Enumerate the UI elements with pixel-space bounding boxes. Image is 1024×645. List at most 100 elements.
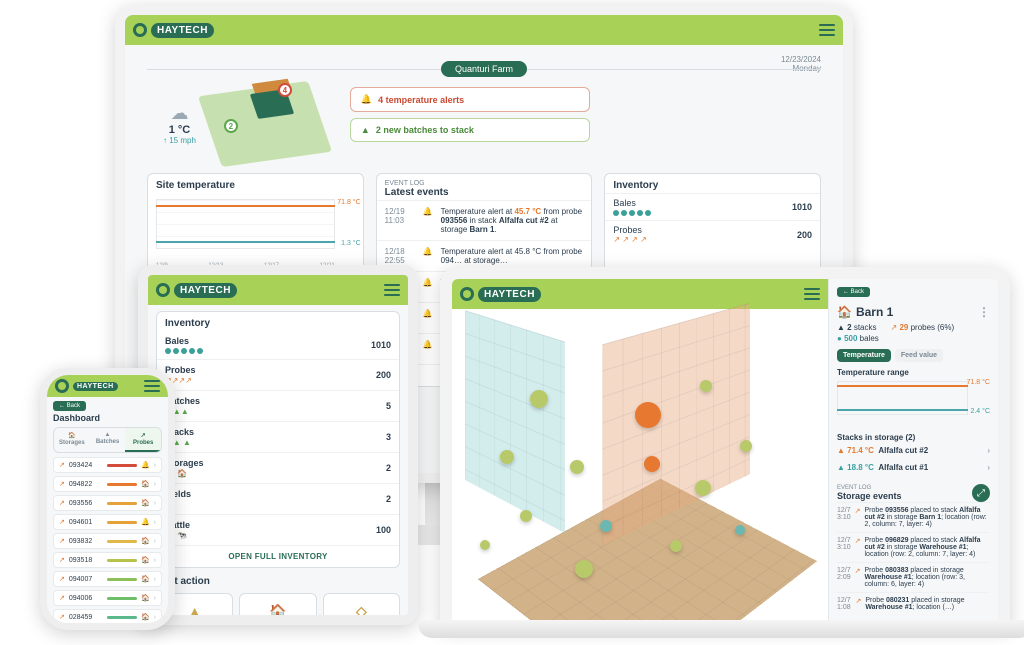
inv-probes-value: 200 <box>797 230 812 240</box>
inv-row-cattle[interactable]: Cattle🐄 🐄100 <box>157 514 399 545</box>
bell-icon: 🔔 <box>423 309 433 327</box>
brand-name: HAYTECH <box>174 283 237 298</box>
probe-item[interactable]: ↗094006🏠› <box>53 590 162 606</box>
site-temp-chart: 71.8 °C 1.3 °C 12/912/1312/1712/21 <box>148 193 363 273</box>
bell-icon: 🔔 <box>361 94 372 105</box>
storage-3d-view[interactable]: HAYTECH <box>452 279 828 627</box>
inv-row-fields[interactable]: Fields◇2 <box>157 483 399 514</box>
barn-icon: 🏠 <box>837 305 852 319</box>
brand-name: HAYTECH <box>478 287 541 302</box>
probe-icon: ↗ <box>59 499 65 507</box>
next-action-title: Next action <box>156 576 400 587</box>
probe-item[interactable]: ↗094601🔔› <box>53 514 162 530</box>
stacks-title: Stacks in storage (2) <box>837 433 990 442</box>
probe-icon: ↗ <box>855 597 861 611</box>
menu-icon[interactable] <box>804 288 820 300</box>
probe-item[interactable]: ↗093832🏠› <box>53 533 162 549</box>
event-row[interactable]: 12/1911:03🔔Temperature alert at 45.7 °C … <box>377 200 592 240</box>
temp-range-title: Temperature range <box>837 368 990 377</box>
storage-event-row[interactable]: 12/72:09↗Probe 080383 placed in storage … <box>837 562 990 592</box>
inv-row-batches[interactable]: Batches▲▲▲5 <box>157 390 399 421</box>
site-temp-title: Site temperature <box>148 174 363 193</box>
menu-icon[interactable] <box>384 284 400 296</box>
storage-event-row[interactable]: 12/73:10↗Probe 096829 placed to stack Al… <box>837 532 990 562</box>
status-icon: 🏠 <box>141 575 150 583</box>
inventory-title: Inventory <box>157 312 399 331</box>
bell-icon: 🔔 <box>423 207 433 234</box>
probe-icon: ↗ <box>855 507 861 528</box>
chevron-right-icon: › <box>154 500 156 507</box>
brand-name: HAYTECH <box>73 382 118 391</box>
stack-item[interactable]: ▲ 18.8 °C Alfalfa cut #1› <box>837 459 990 476</box>
cloud-icon: ☁ <box>163 103 196 124</box>
farm-name-chip[interactable]: Quanturi Farm <box>441 61 527 77</box>
map-badge-batches[interactable]: 2 <box>224 119 238 133</box>
chart-high-label: 71.8 °C <box>337 199 360 206</box>
alert-batches[interactable]: ▲ 2 new batches to stack <box>350 118 590 142</box>
action-new-storage[interactable]: 🏠New storage <box>239 593 316 615</box>
logo-mark-icon <box>55 379 69 393</box>
chevron-right-icon: › <box>154 481 156 488</box>
bell-icon: 🔔 <box>423 278 433 296</box>
probe-item[interactable]: ↗093424🔔› <box>53 457 162 473</box>
status-icon: 🏠 <box>141 594 150 602</box>
tab-probes[interactable]: ↗Probes <box>125 428 161 452</box>
stat-probes: ↗ 29 probes (6%) <box>891 323 955 332</box>
chart-low-label: 1.3 °C <box>341 240 361 247</box>
action-icon: 🏠 <box>269 604 287 615</box>
temp-range-chart: 71.8 °C 2.4 °C <box>837 379 990 427</box>
inv-row-bales[interactable]: Bales1010 <box>157 331 399 359</box>
tab-batches[interactable]: ▲Batches <box>90 428 126 452</box>
chevron-right-icon: › <box>154 538 156 545</box>
map-badge-alerts[interactable]: 4 <box>278 83 292 97</box>
more-icon[interactable]: ⋮ <box>978 305 990 319</box>
bell-icon: 🔔 <box>423 247 433 265</box>
alert-batches-text: 2 new batches to stack <box>376 125 474 135</box>
stack-item[interactable]: ▲ 71.4 °C Alfalfa cut #2› <box>837 442 990 459</box>
probe-item[interactable]: ↗094822🏠› <box>53 476 162 492</box>
action-new-field[interactable]: ◇New field <box>323 593 400 615</box>
tab-storages[interactable]: 🏠Storages <box>54 428 90 452</box>
probe-icon: ↗ <box>59 518 65 526</box>
storage-event-row[interactable]: 12/71:08↗Probe 080231 placed in storage … <box>837 592 990 615</box>
probe-icon: ↗ <box>59 575 65 583</box>
stat-stacks: ▲ 2 stacks <box>837 323 877 332</box>
inv-row-probes[interactable]: Probes↗↗↗↗200 <box>157 359 399 390</box>
action-icon: ▲ <box>186 604 204 615</box>
tab-feed-value[interactable]: Feed value <box>895 349 943 362</box>
probe-item[interactable]: ↗094007🏠› <box>53 571 162 587</box>
card-inventory: Inventory Bales1010Probes↗↗↗↗200Batches▲… <box>156 311 400 568</box>
back-button[interactable]: ← Back <box>837 287 870 297</box>
dashboard-tabs: 🏠Storages▲Batches↗Probes <box>53 427 162 453</box>
app-bar: HAYTECH <box>148 275 408 305</box>
chevron-right-icon: › <box>154 576 156 583</box>
inv-row-storages[interactable]: Storages🏠 🏠2 <box>157 452 399 483</box>
alert-temperature[interactable]: 🔔 4 temperature alerts <box>350 87 590 112</box>
back-button[interactable]: ← Back <box>53 401 86 411</box>
app-bar: HAYTECH <box>47 375 168 397</box>
page-title: Dashboard <box>47 413 168 427</box>
bell-icon: 🔔 <box>423 340 433 358</box>
inventory-title: Inventory <box>605 174 820 193</box>
probe-item[interactable]: ↗093556🏠› <box>53 495 162 511</box>
stack-icon: ▲ <box>361 125 370 135</box>
range-hi: 71.8 °C <box>967 379 990 386</box>
storage-event-row[interactable]: 12/73:10↗Probe 093556 placed to stack Al… <box>837 502 990 532</box>
events-expand-button[interactable]: ⤢ <box>972 484 990 502</box>
action-icon: ◇ <box>352 604 370 615</box>
probe-item[interactable]: ↗093518🏠› <box>53 552 162 568</box>
inv-row-stacks[interactable]: Stacks▲▲ ▲3 <box>157 421 399 452</box>
storage-events-title: Storage events <box>837 491 902 501</box>
status-icon: 🔔 <box>141 461 150 469</box>
events-kicker: EVENT LOG <box>385 180 584 187</box>
status-icon: 🏠 <box>141 480 150 488</box>
menu-icon[interactable] <box>144 380 160 392</box>
tab-temperature[interactable]: Temperature <box>837 349 891 362</box>
open-full-inventory-button[interactable]: OPEN FULL INVENTORY <box>157 545 399 567</box>
menu-icon[interactable] <box>819 24 835 36</box>
storages-icon: 🏠 <box>54 432 90 439</box>
inv-bales-value: 1010 <box>792 202 812 212</box>
chevron-right-icon: › <box>154 519 156 526</box>
probe-item[interactable]: ↗028459🏠› <box>53 609 162 623</box>
farm-isometric-icon[interactable]: 4 2 <box>210 87 320 161</box>
